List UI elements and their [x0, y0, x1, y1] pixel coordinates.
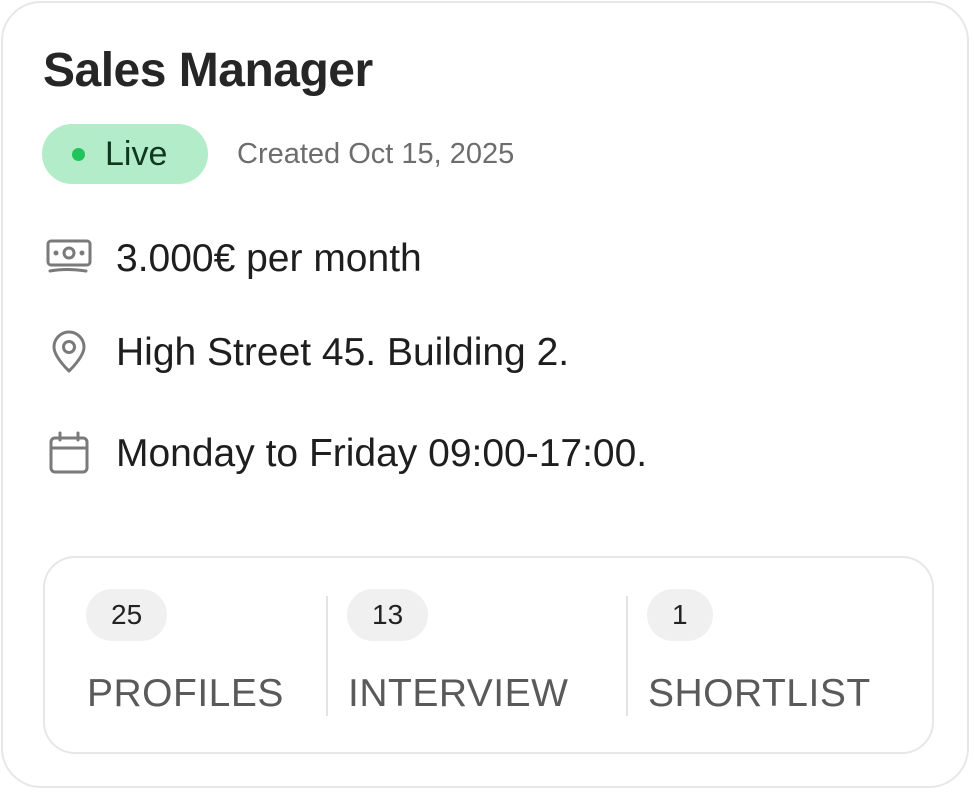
stat-count: 1: [647, 589, 713, 641]
stat-label: SHORTLIST: [648, 672, 871, 715]
status-label: Live: [105, 135, 168, 173]
stat-profiles[interactable]: 25 PROFILES: [45, 558, 328, 752]
job-card[interactable]: Sales Manager Live Created Oct 15, 2025 …: [1, 1, 969, 788]
created-date: Created Oct 15, 2025: [237, 138, 515, 170]
stat-label: PROFILES: [87, 672, 284, 715]
salary-row: 3.000€ per month: [45, 234, 422, 282]
schedule-text: Monday to Friday 09:00-17:00.: [116, 431, 648, 475]
status-dot-icon: [72, 147, 85, 161]
stat-shortlist[interactable]: 1 SHORTLIST: [628, 558, 928, 752]
status-badge: Live: [42, 124, 208, 184]
money-icon: [45, 234, 93, 282]
location-row: High Street 45. Building 2.: [45, 328, 569, 376]
location-pin-icon: [45, 328, 93, 376]
stat-interview[interactable]: 13 INTERVIEW: [328, 558, 628, 752]
salary-text: 3.000€ per month: [116, 236, 422, 280]
stat-label: INTERVIEW: [348, 672, 569, 715]
stat-count: 13: [347, 589, 429, 641]
stat-count: 25: [86, 589, 168, 641]
calendar-icon: [45, 429, 93, 477]
job-title: Sales Manager: [43, 44, 373, 97]
stats-panel: 25 PROFILES 13 INTERVIEW 1 SHORTLIST: [43, 556, 934, 754]
schedule-row: Monday to Friday 09:00-17:00.: [45, 429, 647, 477]
location-text: High Street 45. Building 2.: [116, 330, 570, 374]
